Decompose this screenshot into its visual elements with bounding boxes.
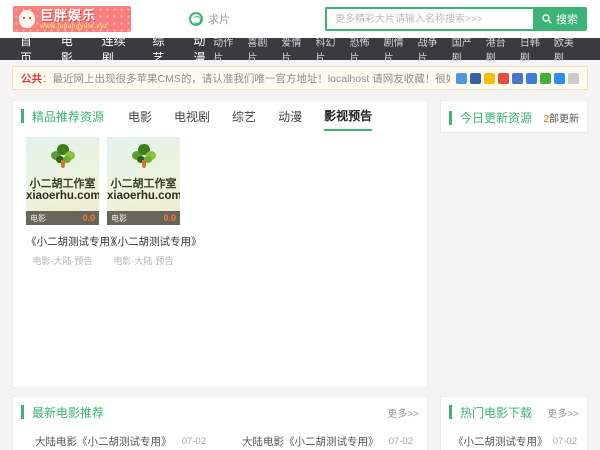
poster-domain-text: xiaoerhu.com bbox=[107, 190, 180, 202]
recommend-panel: 精品推荐资源 电影 电视剧 综艺 动漫 影视预告 小二胡工作室 xiaoerhu… bbox=[12, 100, 428, 388]
nav-item-western-series[interactable]: 欧美剧 bbox=[554, 34, 580, 64]
movie-poster: 小二胡工作室 xiaoerhu.com 电影 0.0 bbox=[107, 137, 180, 225]
search-button-label: 搜索 bbox=[556, 14, 578, 26]
nav-item-movies[interactable]: 电影 bbox=[61, 32, 81, 66]
movie-card[interactable]: 小二胡工作室 xiaoerhu.com 电影 0.0 《小二胡测试专用》 电影·… bbox=[26, 137, 121, 267]
nav-item-romance[interactable]: 爱情片 bbox=[281, 34, 307, 64]
movie-date: 07-02 bbox=[552, 435, 577, 447]
latest-movies-title: 最新电影推荐 bbox=[32, 405, 105, 420]
list-item: 大陆电影《小二胡测试专用》 07-02 bbox=[220, 431, 427, 450]
announcement-text: ：最近网上出现很多苹果CMS的，请认准我们唯一官方地址！localhost 请网… bbox=[42, 72, 450, 85]
nav-item-drama[interactable]: 剧情片 bbox=[384, 34, 410, 64]
request-movie-link[interactable]: 求片 bbox=[189, 11, 230, 27]
qq-share-icon[interactable] bbox=[470, 72, 481, 84]
nav-item-mainland-series[interactable]: 国产剧 bbox=[452, 34, 478, 64]
movie-card[interactable]: 小二胡工作室 xiaoerhu.com 电影 0.0 《小二胡测试专用》 电影·… bbox=[107, 137, 202, 267]
site-logo[interactable]: 巨胖娱乐 www.jupangyule.xyz bbox=[13, 6, 131, 32]
movie-title: 《小二胡测试专用》 bbox=[26, 236, 121, 248]
qqweibo-share-icon[interactable] bbox=[554, 72, 565, 84]
poster-info-bar: 电影 0.0 bbox=[26, 211, 99, 225]
renren-share-icon[interactable] bbox=[526, 72, 537, 84]
tab-variety[interactable]: 综艺 bbox=[232, 101, 256, 131]
tab-trailers[interactable]: 影视预告 bbox=[324, 101, 373, 131]
movie-meta: 电影·大陆·预告 bbox=[32, 256, 93, 266]
tree-graphic-icon bbox=[50, 143, 76, 169]
tab-anime[interactable]: 动漫 bbox=[278, 101, 302, 131]
nav-item-anime[interactable]: 动漫 bbox=[193, 32, 213, 66]
today-updates-panel: 今日更新资源 2部更新 bbox=[440, 100, 588, 133]
search-bar: 搜索 bbox=[325, 7, 587, 31]
nav-item-scifi[interactable]: 科幻片 bbox=[315, 34, 341, 64]
weibo-share-icon[interactable] bbox=[498, 72, 509, 84]
movie-meta: 电影·大陆·预告 bbox=[113, 256, 174, 266]
logo-subtitle: www.jupangyule.xyz bbox=[40, 23, 108, 30]
request-movie-icon bbox=[189, 12, 203, 26]
search-input[interactable] bbox=[325, 7, 533, 31]
tree-graphic-icon bbox=[131, 143, 157, 169]
movie-link[interactable]: 大陆电影《小二胡测试专用》 bbox=[242, 434, 379, 449]
green-bar-icon bbox=[449, 110, 452, 125]
poster-score: 0.0 bbox=[163, 213, 176, 223]
request-movie-label: 求片 bbox=[208, 14, 230, 26]
movie-date: 07-02 bbox=[388, 435, 413, 447]
hot-downloads-title: 热门电影下载 bbox=[460, 405, 533, 420]
nav-item-comedy[interactable]: 喜剧片 bbox=[247, 34, 273, 64]
poster-score: 0.0 bbox=[82, 213, 95, 223]
today-updates-title: 今日更新资源 bbox=[460, 111, 533, 125]
poster-type-badge: 电影 bbox=[111, 213, 127, 223]
announcement-label: 公共 bbox=[21, 72, 42, 85]
mascot-icon bbox=[19, 10, 35, 28]
update-count-suffix: 部更新 bbox=[549, 114, 579, 125]
green-bar-icon bbox=[21, 405, 24, 419]
movie-card-grid: 小二胡工作室 xiaoerhu.com 电影 0.0 《小二胡测试专用》 电影·… bbox=[13, 131, 427, 273]
main-nav: 首页 电影 连续剧 综艺 动漫 动作片 喜剧片 爱情片 科幻片 恐怖片 剧情片 … bbox=[0, 34, 600, 65]
poster-info-bar: 电影 0.0 bbox=[107, 211, 180, 225]
search-button[interactable]: 搜索 bbox=[533, 7, 587, 31]
douban-share-icon[interactable] bbox=[512, 72, 523, 84]
nav-item-home[interactable]: 首页 bbox=[20, 32, 40, 66]
nav-item-hktw-series[interactable]: 港台剧 bbox=[486, 34, 512, 64]
copy-share-icon[interactable] bbox=[568, 72, 579, 84]
search-icon bbox=[542, 14, 552, 24]
green-bar-icon bbox=[21, 109, 24, 123]
nav-item-war[interactable]: 战争片 bbox=[418, 34, 444, 64]
movie-title: 《小二胡测试专用》 bbox=[107, 236, 202, 248]
nav-item-horror[interactable]: 恐怖片 bbox=[350, 34, 376, 64]
nav-item-jpkr-series[interactable]: 日韩剧 bbox=[520, 34, 546, 64]
latest-movies-more-link[interactable]: 更多>> bbox=[387, 405, 419, 420]
nav-item-variety[interactable]: 综艺 bbox=[153, 32, 173, 66]
tab-movies[interactable]: 电影 bbox=[128, 101, 152, 131]
logo-title: 巨胖娱乐 bbox=[40, 7, 97, 23]
latest-movies-panel: 最新电影推荐 更多>> 大陆电影《小二胡测试专用》 07-02 大陆电影《小二胡… bbox=[12, 396, 428, 450]
qzone-share-icon[interactable] bbox=[484, 72, 495, 84]
recommend-panel-title: 精品推荐资源 bbox=[32, 109, 105, 124]
wechat-share-icon[interactable] bbox=[540, 72, 551, 84]
nav-item-series[interactable]: 连续剧 bbox=[102, 32, 132, 66]
movie-link[interactable]: 《小二胡测试专用》 bbox=[453, 434, 545, 449]
poster-studio-text: 小二胡工作室 bbox=[110, 178, 177, 190]
category-tabs: 电影 电视剧 综艺 动漫 影视预告 bbox=[128, 101, 373, 131]
hot-downloads-more-link[interactable]: 更多>> bbox=[547, 405, 579, 420]
list-item: 《小二胡测试专用》 07-02 bbox=[441, 431, 587, 450]
poster-domain-text: xiaoerhu.com bbox=[26, 190, 99, 202]
green-bar-icon bbox=[449, 405, 452, 419]
baidu-share-icon[interactable] bbox=[456, 72, 467, 84]
movie-poster: 小二胡工作室 xiaoerhu.com 电影 0.0 bbox=[26, 137, 99, 225]
poster-studio-text: 小二胡工作室 bbox=[29, 178, 96, 190]
share-buttons bbox=[456, 72, 579, 84]
movie-date: 07-02 bbox=[181, 435, 206, 447]
update-count: 2部更新 bbox=[543, 110, 579, 125]
movie-link[interactable]: 大陆电影《小二胡测试专用》 bbox=[35, 434, 172, 449]
tab-tv[interactable]: 电视剧 bbox=[174, 101, 210, 131]
poster-type-badge: 电影 bbox=[30, 213, 46, 223]
announcement-bar: 公共 ：最近网上出现很多苹果CMS的，请认准我们唯一官方地址！localhost… bbox=[12, 66, 588, 90]
hot-downloads-panel: 热门电影下载 更多>> 《小二胡测试专用》 07-02 bbox=[440, 396, 588, 450]
list-item: 大陆电影《小二胡测试专用》 07-02 bbox=[13, 431, 220, 450]
nav-item-action[interactable]: 动作片 bbox=[213, 34, 239, 64]
